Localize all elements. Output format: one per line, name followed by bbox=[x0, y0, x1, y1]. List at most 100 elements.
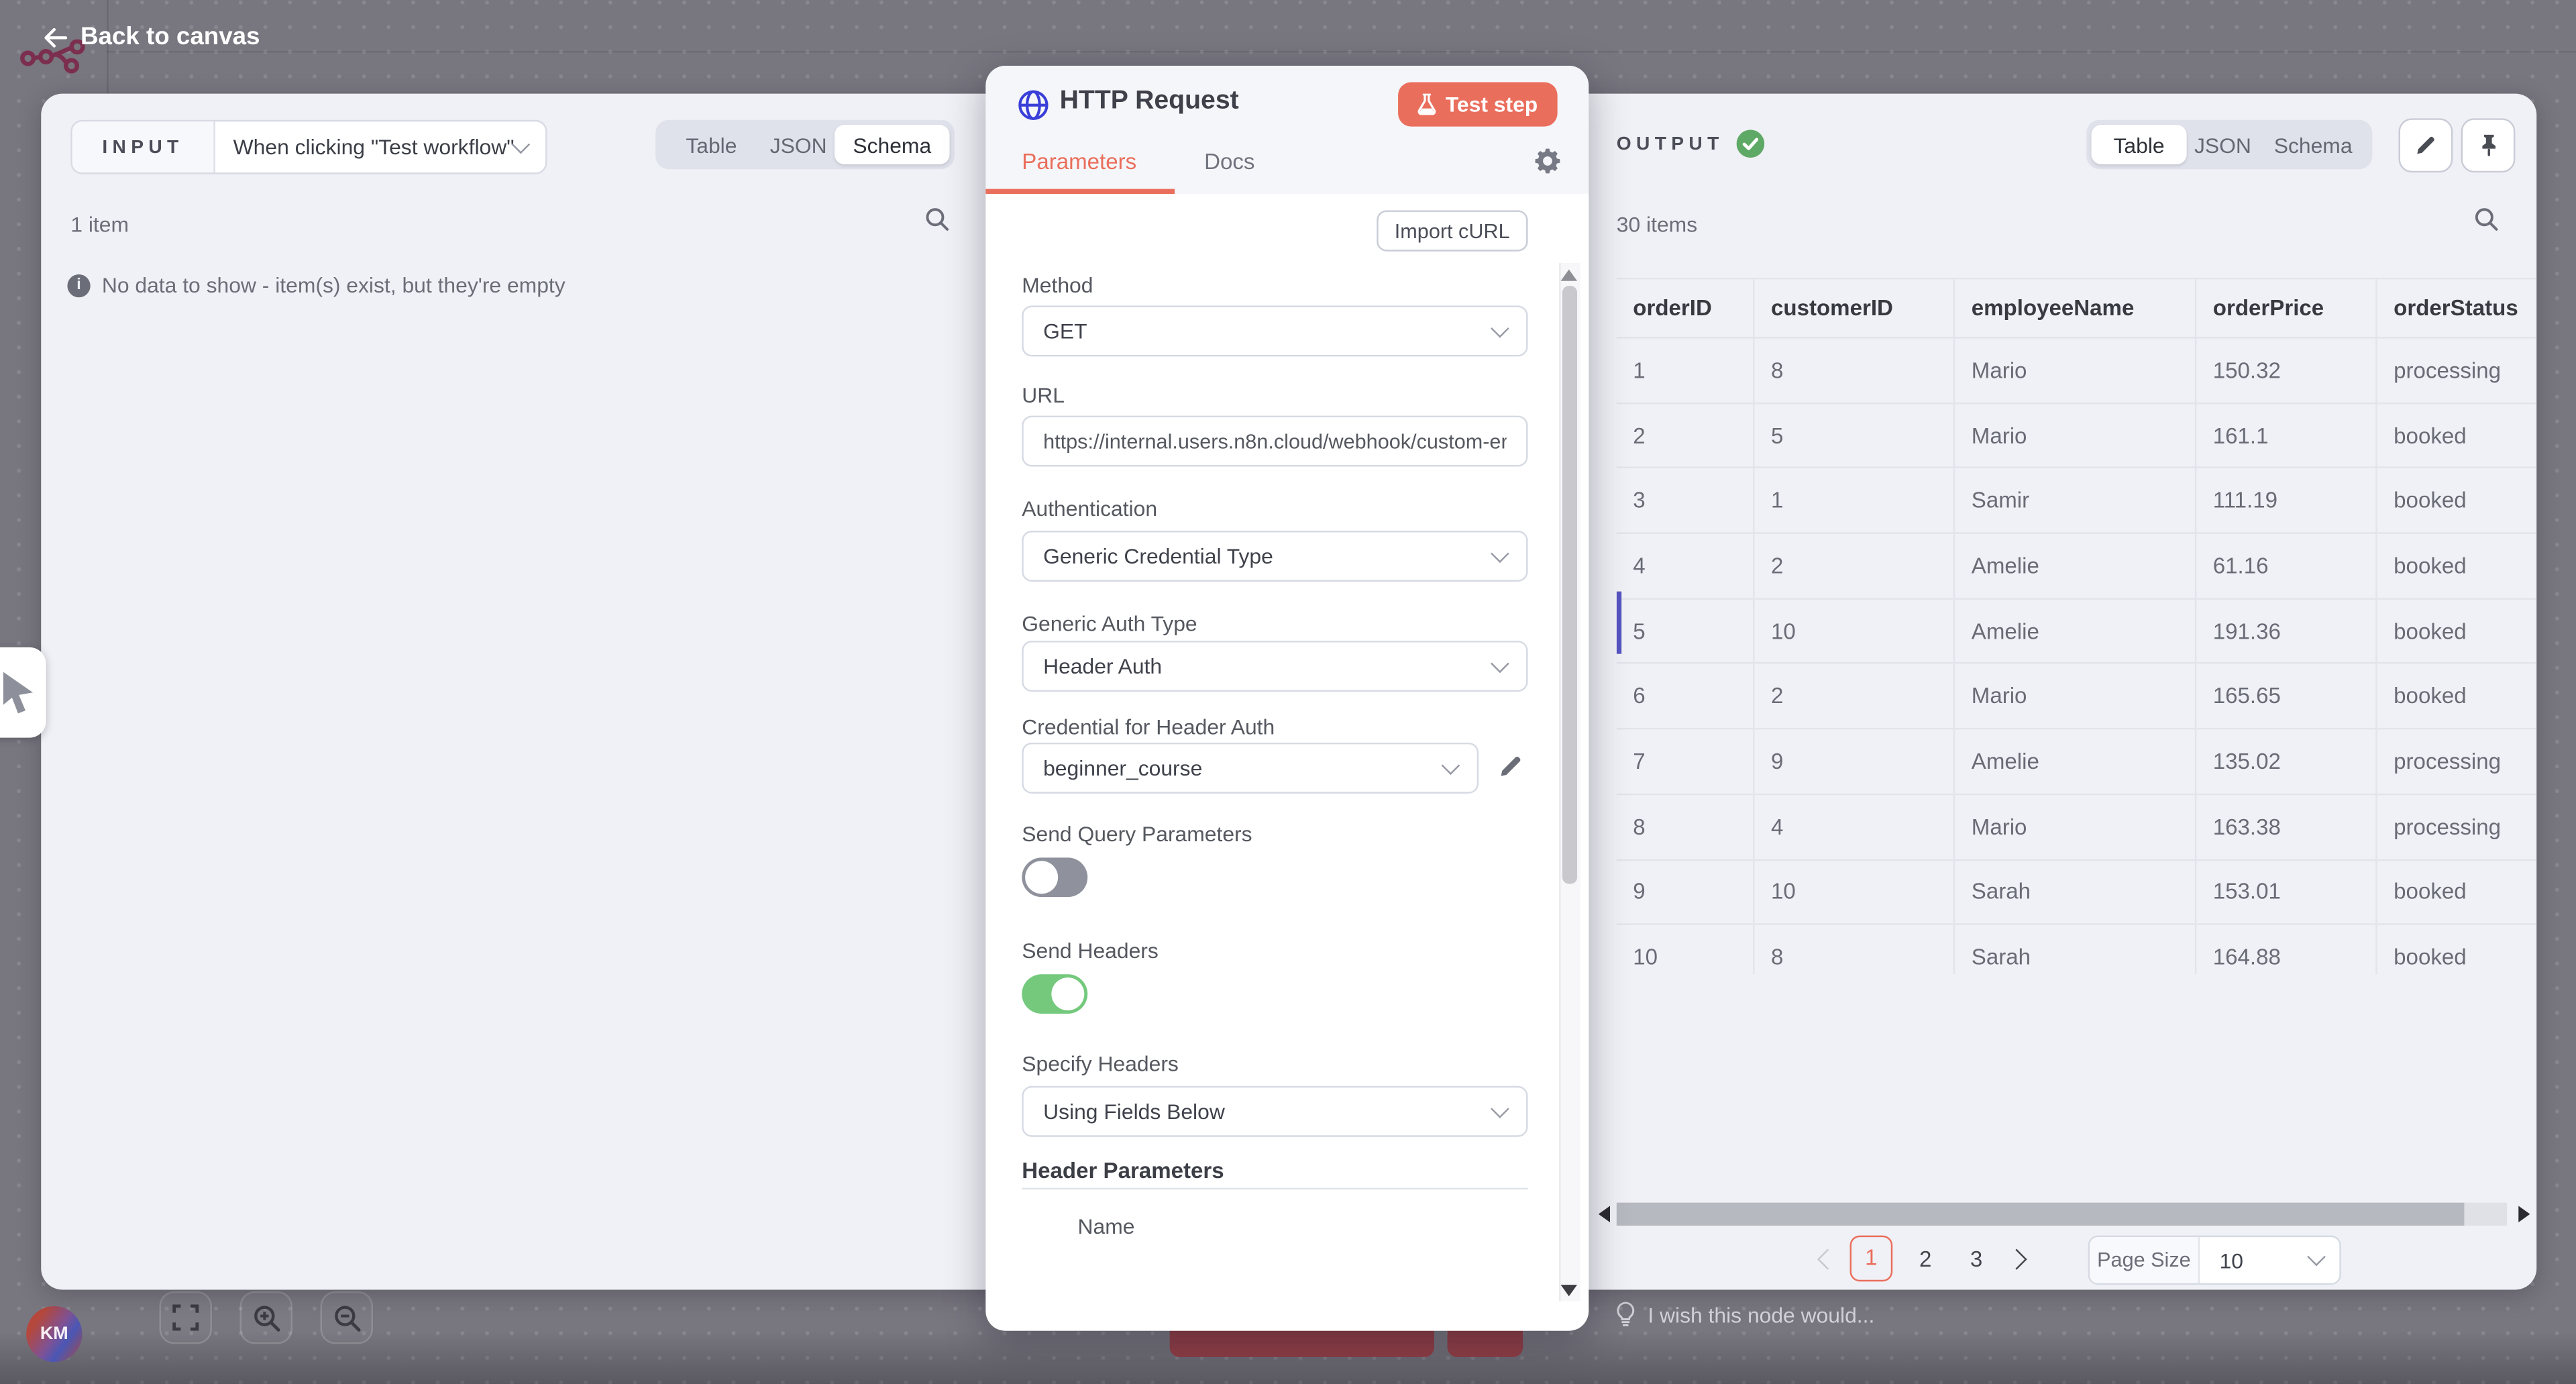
column-header: orderID bbox=[1617, 279, 1755, 337]
node-title: HTTP Request bbox=[1060, 87, 1239, 117]
parameters-panel: Import cURL Method GET URL https://inter… bbox=[985, 194, 1589, 1331]
output-search-icon[interactable] bbox=[2474, 207, 2499, 240]
tab-docs[interactable]: Docs bbox=[1204, 150, 1254, 174]
success-check-icon bbox=[1737, 129, 1765, 158]
input-empty-message: No data to show - item(s) exist, but the… bbox=[67, 273, 565, 298]
scroll-left-arrow[interactable] bbox=[1599, 1206, 1610, 1222]
avatar[interactable]: KM bbox=[26, 1306, 82, 1362]
credential-select[interactable]: beginner_course bbox=[1022, 743, 1479, 794]
output-tab-table[interactable]: Table bbox=[2092, 125, 2187, 164]
info-icon bbox=[67, 274, 90, 297]
edit-credential-icon[interactable] bbox=[1497, 753, 1525, 781]
input-items-count: 1 item bbox=[70, 212, 129, 237]
method-select[interactable]: GET bbox=[1022, 306, 1527, 357]
input-tab-table[interactable]: Table bbox=[660, 125, 762, 164]
url-label: URL bbox=[1022, 383, 1065, 408]
output-panel: OUTPUT Table JSON Schema bbox=[1589, 94, 2536, 1290]
column-header: employeeName bbox=[1955, 279, 2196, 337]
chevron-down-icon bbox=[1491, 653, 1509, 672]
page-size-label: Page Size bbox=[2090, 1237, 2200, 1283]
table-row: 62Mario165.65booked bbox=[1617, 664, 2536, 729]
column-header: customerID bbox=[1755, 279, 1955, 337]
input-view-tabs: Table JSON Schema bbox=[655, 120, 955, 169]
cursor-arrow-icon bbox=[0, 668, 41, 717]
scroll-down-arrow[interactable] bbox=[1561, 1285, 1577, 1296]
gear-icon[interactable] bbox=[1534, 148, 1560, 174]
page-size-value: 10 bbox=[2220, 1248, 2243, 1273]
authentication-label: Authentication bbox=[1022, 496, 1157, 521]
chevron-down-icon bbox=[1442, 755, 1460, 774]
prev-page-icon[interactable] bbox=[1817, 1248, 1838, 1269]
page-button-3[interactable]: 3 bbox=[1958, 1246, 1994, 1271]
input-tab-schema[interactable]: Schema bbox=[835, 125, 949, 164]
chevron-down-icon bbox=[2307, 1248, 2326, 1267]
test-step-label: Test step bbox=[1446, 92, 1538, 117]
chevron-down-icon bbox=[511, 134, 530, 153]
table-row: 84Mario163.38processing bbox=[1617, 795, 2536, 860]
pin-data-button[interactable] bbox=[2461, 118, 2516, 172]
pagination: 1 2 3 bbox=[1820, 1236, 2024, 1282]
output-panel-label: OUTPUT bbox=[1617, 134, 1724, 154]
edit-output-button[interactable] bbox=[2399, 118, 2453, 172]
column-header: orderPrice bbox=[2196, 279, 2377, 337]
header-parameters-title: Header Parameters bbox=[1022, 1159, 1224, 1183]
back-arrow-icon bbox=[43, 27, 68, 46]
table-row: 108Sarah164.88booked bbox=[1617, 925, 2536, 974]
node-feedback-link[interactable]: I wish this node would... bbox=[1615, 1301, 1874, 1328]
chevron-down-icon bbox=[1491, 1099, 1509, 1118]
http-request-node-modal: HTTP Request Test step Parameters Docs I… bbox=[985, 66, 1589, 1331]
test-step-button[interactable]: Test step bbox=[1398, 82, 1558, 126]
url-input[interactable]: https://internal.users.n8n.cloud/webhook… bbox=[1022, 416, 1527, 467]
chevron-down-icon bbox=[1491, 543, 1509, 562]
output-items-count: 30 items bbox=[1617, 212, 1697, 237]
back-to-canvas-label: Back to canvas bbox=[80, 23, 260, 51]
send-headers-label: Send Headers bbox=[1022, 938, 1159, 963]
authentication-select[interactable]: Generic Credential Type bbox=[1022, 531, 1527, 582]
send-query-label: Send Query Parameters bbox=[1022, 821, 1252, 846]
page-button-2[interactable]: 2 bbox=[1907, 1246, 1943, 1271]
canvas-top-edge bbox=[107, 51, 2576, 52]
row-highlight-indicator bbox=[1617, 591, 1621, 655]
send-query-toggle[interactable] bbox=[1022, 857, 1087, 897]
node-feedback-label: I wish this node would... bbox=[1648, 1302, 1874, 1327]
output-tab-json[interactable]: JSON bbox=[2187, 125, 2259, 164]
chevron-down-icon bbox=[1491, 319, 1509, 337]
scroll-right-arrow[interactable] bbox=[2518, 1206, 2530, 1222]
tab-parameters[interactable]: Parameters bbox=[1022, 150, 1136, 174]
zoom-to-fit-button[interactable] bbox=[160, 1291, 212, 1344]
http-request-node-icon bbox=[1017, 89, 1050, 121]
next-page-icon[interactable] bbox=[2006, 1248, 2027, 1269]
table-row-highlighted: 510Amelie191.36booked bbox=[1617, 599, 2536, 664]
page-size-select[interactable]: Page Size 10 bbox=[2088, 1236, 2341, 1285]
table-header-row: orderID customerID employeeName orderPri… bbox=[1617, 279, 2536, 338]
flask-icon bbox=[1417, 94, 1436, 115]
back-to-canvas-button[interactable]: Back to canvas bbox=[43, 23, 260, 51]
canvas-cursor-flag[interactable] bbox=[0, 647, 46, 738]
column-header: orderStatus bbox=[2377, 279, 2537, 337]
pin-icon bbox=[2477, 133, 2500, 158]
credential-label: Credential for Header Auth bbox=[1022, 714, 1275, 739]
horizontal-scrollbar-track[interactable] bbox=[2464, 1203, 2507, 1226]
parameter-name-label: Name bbox=[1078, 1214, 1135, 1239]
zoom-out-button[interactable] bbox=[321, 1291, 373, 1344]
import-curl-button[interactable]: Import cURL bbox=[1377, 210, 1528, 251]
output-table: orderID customerID employeeName orderPri… bbox=[1617, 278, 2536, 974]
generic-auth-type-select[interactable]: Header Auth bbox=[1022, 641, 1527, 692]
table-row: 31Samir111.19booked bbox=[1617, 469, 2536, 534]
input-search-icon[interactable] bbox=[925, 207, 950, 240]
lightbulb-icon bbox=[1615, 1301, 1636, 1328]
page-button-1[interactable]: 1 bbox=[1850, 1236, 1893, 1282]
input-tab-json[interactable]: JSON bbox=[762, 125, 835, 164]
specify-headers-select[interactable]: Using Fields Below bbox=[1022, 1086, 1527, 1137]
zoom-in-button[interactable] bbox=[240, 1291, 292, 1344]
horizontal-scrollbar[interactable] bbox=[1617, 1203, 2465, 1226]
output-tab-schema[interactable]: Schema bbox=[2259, 125, 2367, 164]
modal-scrollbar-thumb[interactable] bbox=[1562, 286, 1577, 884]
input-source-value: When clicking "Test workflow" bbox=[233, 135, 515, 160]
input-source-selector[interactable]: INPUT When clicking "Test workflow" bbox=[70, 120, 547, 174]
table-row: 910Sarah153.01booked bbox=[1617, 860, 2536, 925]
send-headers-toggle[interactable] bbox=[1022, 974, 1087, 1014]
divider bbox=[1022, 1188, 1527, 1189]
zoom-out-icon bbox=[333, 1303, 361, 1332]
scroll-up-arrow[interactable] bbox=[1561, 270, 1577, 281]
